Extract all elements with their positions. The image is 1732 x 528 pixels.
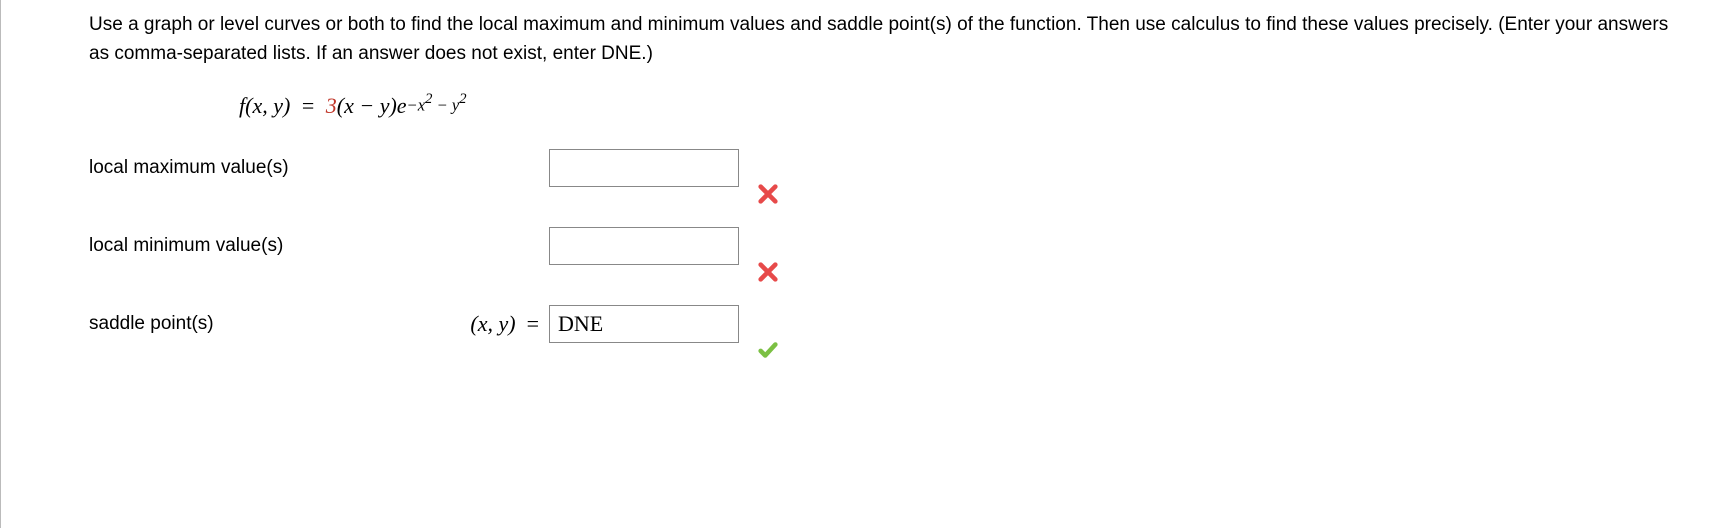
equation: f(x, y) = 3 (x − y)e −x2 − y2: [239, 93, 1732, 119]
x-icon: [757, 261, 779, 283]
equation-lhs: f(x, y): [239, 93, 290, 119]
row-local-max: local maximum value(s): [89, 149, 1732, 187]
saddle-input[interactable]: [549, 305, 739, 343]
label-local-min: local minimum value(s): [89, 235, 429, 257]
mark-local-max: [749, 149, 799, 187]
equation-exponent: −x2 − y2: [407, 92, 467, 116]
equation-coefficient: 3: [326, 93, 337, 119]
question-container: Use a graph or level curves or both to f…: [0, 0, 1732, 528]
row-saddle: saddle point(s) (x, y) =: [89, 305, 1732, 343]
instructions-text: Use a graph or level curves or both to f…: [89, 10, 1689, 69]
equals-sign: =: [296, 93, 319, 119]
mark-saddle: [749, 305, 799, 343]
answer-rows: local maximum value(s) local minimum val…: [89, 149, 1732, 343]
label-saddle: saddle point(s): [89, 313, 429, 335]
local-max-input[interactable]: [549, 149, 739, 187]
prefix-saddle: (x, y) =: [429, 311, 549, 337]
x-icon: [757, 183, 779, 205]
label-local-max: local maximum value(s): [89, 157, 429, 179]
equation-base: (x − y)e: [337, 93, 407, 119]
check-icon: [757, 339, 779, 361]
mark-local-min: [749, 227, 799, 265]
row-local-min: local minimum value(s): [89, 227, 1732, 265]
local-min-input[interactable]: [549, 227, 739, 265]
